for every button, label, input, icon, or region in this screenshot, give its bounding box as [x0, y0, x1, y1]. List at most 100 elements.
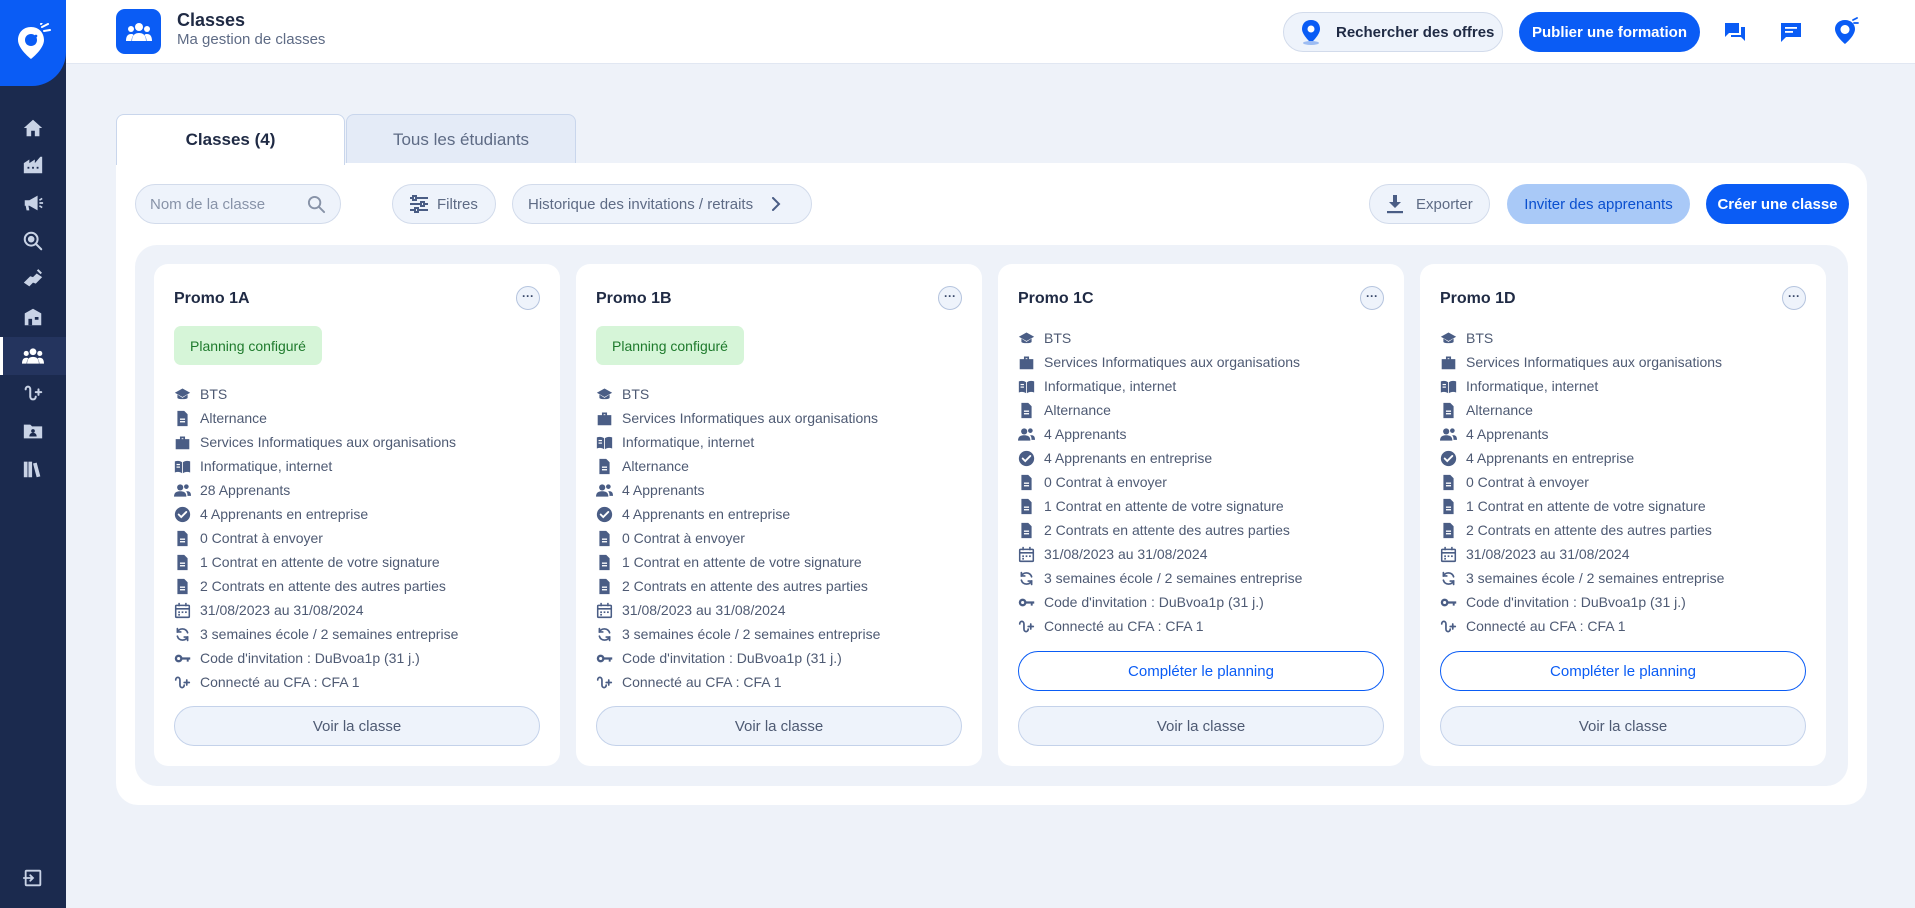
library-icon — [22, 458, 44, 480]
messages-icon[interactable] — [1776, 17, 1806, 47]
class-detail-text: Services Informatiques aux organisations — [200, 434, 457, 450]
class-detail-text: Alternance — [1044, 402, 1111, 418]
sidebar-item-handshake[interactable] — [0, 260, 66, 298]
class-detail-text: 4 Apprenants en entreprise — [1044, 450, 1213, 466]
class-detail-row: 4 Apprenants en entreprise — [1440, 446, 1724, 470]
sliders-icon — [410, 195, 428, 213]
profile-logo-icon[interactable] — [1831, 17, 1861, 47]
class-detail-row: Services Informatiques aux organisations — [1018, 350, 1302, 374]
document-icon — [596, 578, 613, 595]
complete-planning-button[interactable]: Compléter le planning — [1018, 651, 1384, 691]
document-icon — [174, 554, 191, 571]
sidebar-item-classes[interactable] — [0, 337, 66, 375]
class-detail-row: 4 Apprenants — [596, 478, 880, 502]
filters-button[interactable]: Filtres — [392, 184, 496, 224]
class-detail-text: BTS — [622, 386, 650, 402]
sidebar-item-school[interactable] — [0, 298, 66, 336]
more-options-icon[interactable]: ··· — [516, 286, 540, 310]
sidebar-item-company[interactable] — [0, 146, 66, 184]
class-detail-text: Code d'invitation : DuBvoa1p (31 j.) — [1044, 594, 1264, 610]
class-detail-row: 0 Contrat à envoyer — [174, 526, 458, 550]
class-detail-row: 4 Apprenants en entreprise — [596, 502, 880, 526]
class-detail-row: 3 semaines école / 2 semaines entreprise — [596, 622, 880, 646]
class-detail-text: 4 Apprenants en entreprise — [622, 506, 791, 522]
class-detail-row: 0 Contrat à envoyer — [1440, 470, 1724, 494]
history-label: Historique des invitations / retraits — [528, 195, 754, 213]
sidebar-item-megaphone[interactable] — [0, 184, 66, 222]
sidebar-item-search-location[interactable] — [0, 222, 66, 260]
view-class-button[interactable]: Voir la classe — [174, 706, 540, 746]
class-detail-text: Alternance — [622, 458, 689, 474]
logout-icon[interactable] — [0, 859, 66, 897]
more-options-icon[interactable]: ··· — [938, 286, 962, 310]
planning-status-badge: Planning configuré — [174, 326, 322, 365]
class-detail-row: Alternance — [596, 454, 880, 478]
link-icon — [1018, 618, 1035, 635]
calendar-icon — [1018, 546, 1035, 563]
class-details-list: BTS Alternance Services Informatiques aux … — [174, 382, 458, 694]
more-options-icon[interactable]: ··· — [1782, 286, 1806, 310]
sidebar-item-connections[interactable] — [0, 374, 66, 412]
class-detail-text: 28 Apprenants — [200, 482, 291, 498]
class-detail-row: Alternance — [1440, 398, 1724, 422]
class-detail-text: 31/08/2023 au 31/08/2024 — [1466, 546, 1630, 562]
tab-all-students[interactable]: Tous les étudiants — [346, 114, 576, 164]
view-class-button[interactable]: Voir la classe — [1440, 706, 1806, 746]
class-detail-row: 31/08/2023 au 31/08/2024 — [596, 598, 880, 622]
class-detail-row: Informatique, internet — [1440, 374, 1724, 398]
chat-icon[interactable] — [1720, 17, 1750, 47]
class-search-input[interactable] — [150, 195, 300, 213]
invite-learners-button[interactable]: Inviter des apprenants — [1507, 184, 1690, 224]
planning-status-badge: Planning configuré — [596, 326, 744, 365]
sidebar — [0, 0, 66, 908]
school-icon — [22, 306, 44, 328]
class-search-field[interactable] — [135, 184, 341, 224]
document-icon — [1440, 474, 1457, 491]
class-detail-text: 0 Contrat à envoyer — [1044, 474, 1167, 490]
tab-classes[interactable]: Classes (4) — [116, 114, 345, 165]
class-detail-text: Connecté au CFA : CFA 1 — [1044, 618, 1204, 634]
class-detail-row: Code d'invitation : DuBvoa1p (31 j.) — [596, 646, 880, 670]
class-detail-row: Code d'invitation : DuBvoa1p (31 j.) — [174, 646, 458, 670]
graduation-cap-icon — [1018, 330, 1035, 347]
sidebar-item-folder[interactable] — [0, 412, 66, 450]
more-options-icon[interactable]: ··· — [1360, 286, 1384, 310]
class-detail-row: 0 Contrat à envoyer — [596, 526, 880, 550]
cycle-icon — [1018, 570, 1035, 587]
briefcase-icon — [1440, 354, 1457, 371]
class-detail-row: Informatique, internet — [596, 430, 880, 454]
sidebar-item-home[interactable] — [0, 109, 66, 147]
class-detail-text: BTS — [1044, 330, 1072, 346]
app-logo[interactable] — [0, 0, 66, 86]
complete-planning-button[interactable]: Compléter le planning — [1440, 651, 1806, 691]
search-offers-button[interactable]: Rechercher des offres — [1283, 12, 1503, 52]
document-icon — [174, 410, 191, 427]
class-detail-text: Alternance — [200, 410, 267, 426]
calendar-icon — [174, 602, 191, 619]
check-circle-icon — [174, 506, 191, 523]
class-detail-row: Connecté au CFA : CFA 1 — [174, 670, 458, 694]
export-button[interactable]: Exporter — [1369, 184, 1490, 224]
home-icon — [22, 117, 44, 139]
class-detail-row: 4 Apprenants en entreprise — [174, 502, 458, 526]
create-class-button[interactable]: Créer une classe — [1706, 184, 1849, 224]
briefcase-icon — [1018, 354, 1035, 371]
sidebar-item-library[interactable] — [0, 450, 66, 488]
class-detail-text: 1 Contrat en attente de votre signature — [1466, 498, 1706, 514]
check-circle-icon — [1440, 450, 1457, 467]
publish-course-button[interactable]: Publier une formation — [1519, 12, 1700, 52]
invitation-history-button[interactable]: Historique des invitations / retraits — [512, 184, 812, 224]
class-detail-row: Services Informatiques aux organisations — [1440, 350, 1724, 374]
class-detail-row: 3 semaines école / 2 semaines entreprise — [174, 622, 458, 646]
search-icon[interactable] — [307, 195, 326, 219]
class-detail-text: Connecté au CFA : CFA 1 — [1466, 618, 1626, 634]
class-detail-text: Informatique, internet — [1044, 378, 1177, 394]
connections-icon — [22, 382, 44, 404]
class-detail-text: Informatique, internet — [200, 458, 333, 474]
class-detail-text: Code d'invitation : DuBvoa1p (31 j.) — [200, 650, 420, 666]
classes-panel: Filtres Historique des invitations / ret… — [116, 163, 1867, 805]
view-class-button[interactable]: Voir la classe — [1018, 706, 1384, 746]
view-class-button[interactable]: Voir la classe — [596, 706, 962, 746]
briefcase-icon — [174, 434, 191, 451]
class-detail-row: Connecté au CFA : CFA 1 — [596, 670, 880, 694]
